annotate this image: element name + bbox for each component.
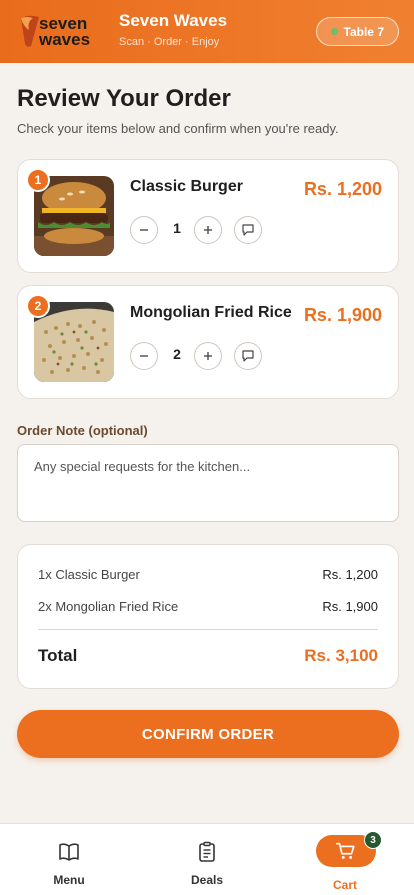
svg-text:waves: waves: [38, 30, 90, 49]
item-name: Classic Burger: [130, 178, 243, 195]
brand-tagline: Scan · Order · Enjoy: [119, 36, 220, 48]
status-dot: [330, 28, 338, 35]
item-quantity: 1: [173, 220, 181, 236]
decrease-qty-button[interactable]: [130, 342, 158, 370]
minus-icon: [140, 355, 148, 357]
summary-divider: [38, 629, 378, 630]
increase-qty-button[interactable]: [194, 342, 222, 370]
seven-waves-logo: seven waves: [21, 14, 90, 49]
order-note-label: Order Note (optional): [17, 423, 148, 438]
comment-icon: [242, 224, 254, 236]
comment-icon: [242, 350, 254, 362]
order-item-card: 2 Mongolian Fried Rice Rs. 1,900 2: [17, 285, 399, 399]
summary-line-label: 2x Mongolian Fried Rice: [38, 599, 179, 614]
plus-icon: [204, 226, 212, 234]
nav-label: Deals: [190, 873, 224, 887]
nav-label: Menu: [53, 873, 85, 887]
item-price: Rs. 1,900: [303, 305, 382, 325]
item-note-button[interactable]: [234, 216, 262, 244]
brand-name: Seven Waves: [119, 11, 228, 30]
item-price: Rs. 1,200: [303, 179, 382, 199]
bottom-nav: Menu Deals 3 Cart: [0, 823, 414, 895]
app-header: seven waves Seven Waves Scan · Order · E…: [0, 0, 414, 63]
item-note-button[interactable]: [234, 342, 262, 370]
nav-label: Cart: [332, 878, 357, 892]
book-icon: [59, 843, 79, 861]
minus-icon: [140, 229, 148, 231]
total-value: Rs. 3,100: [304, 646, 378, 665]
order-item-card: 1 Classic Burger Rs. 1,200 1: [17, 159, 399, 273]
plus-icon: [204, 352, 212, 360]
item-quantity: 2: [173, 346, 181, 362]
table-label: Table 7: [343, 24, 384, 39]
nav-item-deals[interactable]: Deals: [138, 824, 276, 895]
table-indicator[interactable]: Table 7: [315, 17, 399, 46]
cart-count-badge: 3: [364, 831, 382, 849]
brand-block: Seven Waves Scan · Order · Enjoy: [119, 11, 227, 48]
order-note-input[interactable]: [17, 444, 399, 522]
clipboard-icon: [199, 841, 215, 862]
increase-qty-button[interactable]: [194, 216, 222, 244]
confirm-order-button[interactable]: CONFIRM ORDER: [17, 710, 399, 758]
summary-line-label: 1x Classic Burger: [38, 567, 140, 582]
order-summary: 1x Classic Burger Rs. 1,200 2x Mongolian…: [17, 544, 399, 689]
nav-item-cart[interactable]: 3 Cart: [276, 824, 414, 895]
summary-line: 1x Classic Burger Rs. 1,200: [38, 567, 378, 582]
decrease-qty-button[interactable]: [130, 216, 158, 244]
summary-line: 2x Mongolian Fried Rice Rs. 1,900: [38, 599, 378, 614]
cart-icon: [336, 842, 355, 859]
nav-item-menu[interactable]: Menu: [0, 824, 138, 895]
page-title: Review Your Order: [17, 85, 231, 112]
summary-line-value: Rs. 1,900: [322, 599, 378, 614]
item-index-badge: 2: [26, 294, 50, 318]
item-index-badge: 1: [26, 168, 50, 192]
item-name: Mongolian Fried Rice: [130, 304, 292, 321]
summary-line-value: Rs. 1,200: [322, 567, 378, 582]
total-label: Total: [38, 646, 78, 665]
page-subtitle: Check your items below and confirm when …: [17, 121, 339, 136]
